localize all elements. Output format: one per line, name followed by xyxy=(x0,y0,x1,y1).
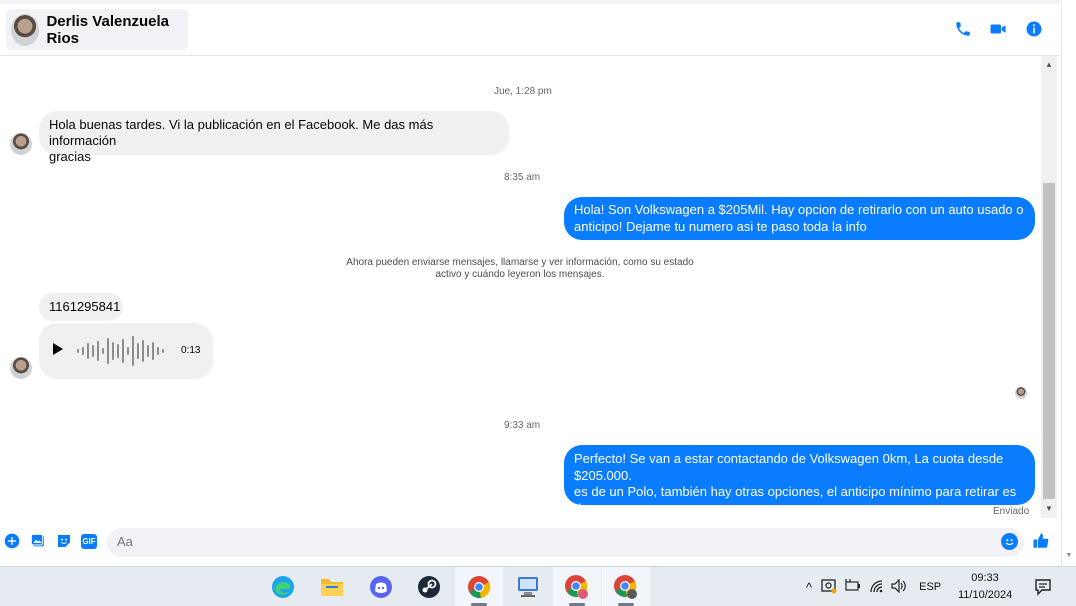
steam-icon[interactable] xyxy=(405,567,453,606)
windows-taskbar: ^ ESP 09:33 11/10/2024 xyxy=(0,566,1076,606)
phone-icon[interactable] xyxy=(954,20,972,38)
message-input-container[interactable] xyxy=(107,528,1024,557)
message-status: Enviado xyxy=(993,506,1030,517)
network-app-icon[interactable] xyxy=(504,567,552,606)
scroll-down-arrow-icon[interactable]: ▼ xyxy=(1041,502,1057,516)
tray-app-icon[interactable] xyxy=(821,578,837,597)
message-line: Perfecto! Se van a estar contactando de … xyxy=(574,451,1004,483)
scroll-up-arrow-icon[interactable]: ▲ xyxy=(1041,58,1057,72)
message-timestamp: 8:35 am xyxy=(504,172,541,183)
play-icon[interactable] xyxy=(53,343,63,355)
clock-date: 11/10/2024 xyxy=(958,589,1013,601)
header-top-strip xyxy=(0,0,1060,4)
contact-avatar-small xyxy=(10,357,32,379)
message-composer: GIF xyxy=(0,522,1060,566)
outgoing-message[interactable]: Hola! Son Volkswagen a $205Mil. Hay opci… xyxy=(564,197,1035,240)
chrome-profile-icon[interactable] xyxy=(553,567,601,606)
input-language[interactable]: ESP xyxy=(919,581,941,593)
incoming-message[interactable]: Hola buenas tardes. Vi la publicación en… xyxy=(39,111,509,164)
message-line: anticipo! Dejame tu numero asi te paso t… xyxy=(574,218,867,234)
contact-profile-button[interactable]: Derlis Valenzuela Rios xyxy=(6,9,188,50)
emoji-icon[interactable] xyxy=(1001,533,1018,550)
video-icon[interactable] xyxy=(989,20,1007,38)
battery-icon[interactable] xyxy=(845,578,861,596)
like-icon[interactable] xyxy=(1032,532,1050,550)
add-icon[interactable] xyxy=(4,533,22,551)
edge-icon[interactable] xyxy=(259,567,307,606)
system-note-line: Ahora pueden enviarse mensajes, llamarse… xyxy=(346,257,694,268)
scroll-thumb[interactable] xyxy=(1043,183,1055,499)
wifi-icon[interactable] xyxy=(869,579,885,596)
gif-icon[interactable]: GIF xyxy=(81,534,97,549)
system-note-line: activo y cuándo leyeron los mensajes. xyxy=(435,269,605,280)
message-line: es de un Polo, también hay otras opcione… xyxy=(574,484,1017,516)
show-hidden-icons-chevron-icon[interactable]: ^ xyxy=(806,580,812,595)
page-scroll-down-icon[interactable]: ▼ xyxy=(1062,552,1076,559)
info-icon[interactable] xyxy=(1025,20,1043,38)
seen-indicator-avatar xyxy=(1015,387,1027,399)
incoming-message[interactable]: 1161295841 xyxy=(39,293,123,321)
message-line: gracias xyxy=(49,149,91,164)
waveform-icon xyxy=(77,336,164,366)
system-tray: ^ ESP xyxy=(806,567,941,606)
notifications-icon[interactable] xyxy=(1034,567,1052,606)
chrome-profile-icon-2[interactable] xyxy=(602,567,650,606)
chat-header: Derlis Valenzuela Rios xyxy=(0,0,1060,56)
message-input[interactable] xyxy=(117,534,997,549)
volume-icon[interactable] xyxy=(891,578,907,596)
file-explorer-icon[interactable] xyxy=(308,567,356,606)
message-line: Hola buenas tardes. Vi la publicación en… xyxy=(49,117,434,148)
chrome-icon[interactable] xyxy=(455,567,503,606)
system-clock[interactable]: 09:33 11/10/2024 xyxy=(958,570,1012,604)
contact-avatar xyxy=(11,13,40,46)
message-line: Hola! Son Volkswagen a $205Mil. Hay opci… xyxy=(574,202,1024,217)
contact-avatar-small xyxy=(10,133,32,155)
privacy-system-note: Ahora pueden enviarse mensajes, llamarse… xyxy=(340,257,700,281)
outgoing-message[interactable]: Perfecto! Se van a estar contactando de … xyxy=(564,445,1035,532)
voice-message[interactable]: 0:13 xyxy=(39,323,213,379)
message-line: 1161295841 xyxy=(49,299,121,314)
chat-scrollbar[interactable]: ▲ ▼ xyxy=(1041,56,1057,518)
photo-icon[interactable] xyxy=(30,533,48,551)
audio-duration: 0:13 xyxy=(181,345,201,356)
contact-name: Derlis Valenzuela Rios xyxy=(46,12,170,47)
page-scrollbar[interactable]: ▼ xyxy=(1061,0,1076,566)
discord-icon[interactable] xyxy=(357,567,405,606)
clock-time: 09:33 xyxy=(971,572,999,584)
message-timestamp: Jue, 1:28 pm xyxy=(494,86,552,97)
message-timestamp: 9:33 am xyxy=(504,420,541,431)
sticker-icon[interactable] xyxy=(56,533,74,551)
